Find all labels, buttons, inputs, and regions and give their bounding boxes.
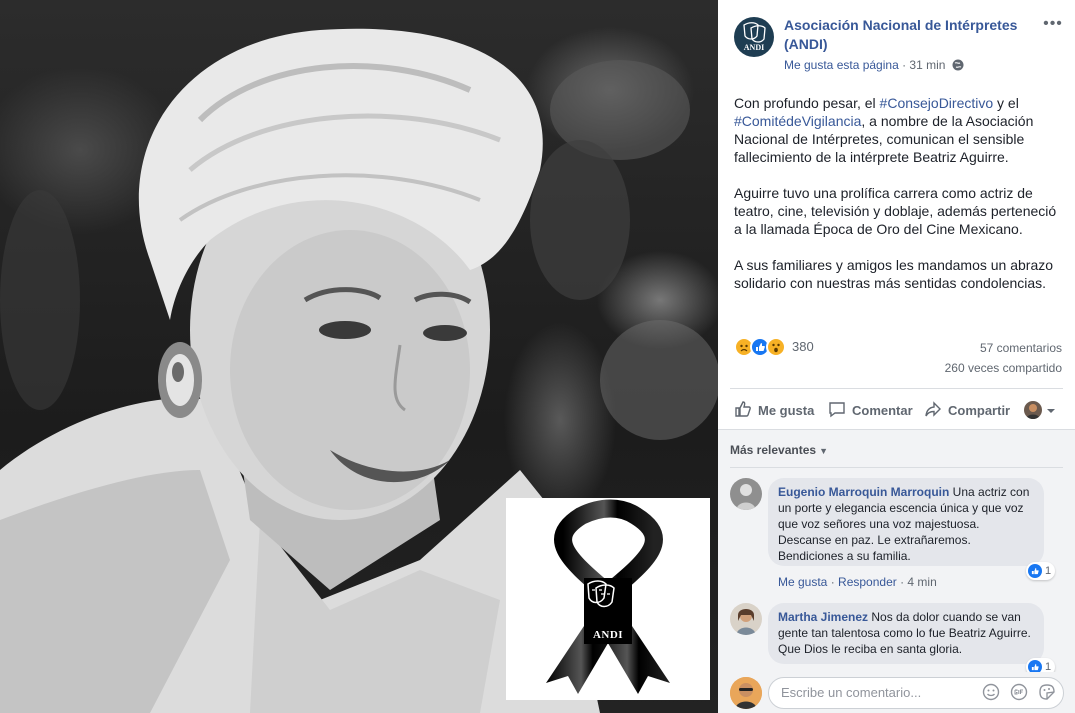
reaction-icons[interactable]: [734, 337, 794, 357]
like-reaction-icon: [1028, 564, 1042, 578]
comment-item: Martha Jimenez Nos da dolor cuando se va…: [730, 603, 1063, 676]
sticker-icon[interactable]: [1038, 683, 1058, 703]
divider: [730, 467, 1063, 468]
thumbs-up-icon: [734, 400, 752, 421]
caret-down-icon: ▼: [819, 446, 828, 456]
comment-author-link[interactable]: Martha Jimenez: [778, 610, 868, 624]
like-button[interactable]: Me gusta: [734, 399, 814, 421]
shares-count-link[interactable]: 260 veces compartido: [945, 361, 1062, 375]
andi-badge-label: ANDI: [592, 629, 624, 641]
comments-section: Más relevantes ▼ Eugenio Marroquin Marroq…: [718, 429, 1075, 713]
comment-input-placeholder: Escribe un comentario...: [781, 685, 922, 700]
emoji-icon[interactable]: [982, 683, 1002, 703]
comment-sort-label: Más relevantes: [730, 443, 817, 457]
hashtag-consejo-directivo[interactable]: #ConsejoDirectivo: [880, 95, 994, 111]
comment-like-link[interactable]: Me gusta: [778, 575, 827, 589]
share-button-label: Compartir: [948, 402, 1011, 418]
post-paragraph-3: A sus familiares y amigos les mandamos u…: [734, 257, 1054, 291]
post-photo[interactable]: ANDI: [0, 0, 718, 713]
commenter-avatar[interactable]: [730, 603, 762, 635]
page-name-link[interactable]: Asociación Nacional de Intérpretes (ANDI…: [784, 16, 1032, 54]
comment-item: Eugenio Marroquin Marroquin Una actriz c…: [730, 478, 1063, 589]
comment-bubble: Eugenio Marroquin Marroquin Una actriz c…: [768, 478, 1044, 566]
gif-icon[interactable]: [1010, 683, 1030, 703]
share-button[interactable]: Compartir: [924, 399, 1010, 421]
commenter-avatar[interactable]: [730, 478, 762, 510]
comment-composer: Escribe un comentario...: [718, 672, 1075, 713]
post-header: ANDI Asociación Nacional de Intérpretes …: [734, 15, 1064, 75]
comment-actions: Me gusta · Responder · 4 min: [778, 575, 937, 589]
post-actions-bar: Me gusta Comentar Compartir: [730, 388, 1063, 428]
andi-logo-badge: ANDI: [584, 578, 632, 644]
page-avatar-label: ANDI: [743, 43, 765, 52]
wow-reaction-icon: [766, 337, 786, 357]
reactions-summary: 380 57 comentarios 260 veces compartido: [734, 337, 1064, 375]
reaction-count[interactable]: 380: [792, 339, 814, 354]
post-text-segment: Con profundo pesar, el: [734, 95, 880, 111]
comment-sort-dropdown[interactable]: Más relevantes ▼: [730, 443, 828, 457]
meta-separator: ·: [898, 58, 910, 72]
comment-bubble-icon: [828, 400, 846, 421]
share-arrow-icon: [924, 400, 942, 421]
avatar: [1024, 401, 1042, 419]
page-avatar[interactable]: ANDI: [734, 17, 774, 57]
like-page-link[interactable]: Me gusta esta página: [784, 58, 899, 72]
comment-reply-link[interactable]: Responder: [838, 575, 897, 589]
mourning-ribbon-card: ANDI: [506, 498, 710, 700]
comments-count-link[interactable]: 57 comentarios: [980, 341, 1062, 355]
hashtag-comite-vigilancia[interactable]: #ComitédeVigilancia: [734, 113, 861, 129]
comment-bubble: Martha Jimenez Nos da dolor cuando se va…: [768, 603, 1044, 664]
post-text-segment: y el: [993, 95, 1019, 111]
comment-author-link[interactable]: Eugenio Marroquin Marroquin: [778, 485, 949, 499]
like-button-label: Me gusta: [758, 402, 815, 418]
comment-like-number: 1: [1045, 565, 1052, 577]
comment-like-count[interactable]: 1: [1026, 562, 1056, 580]
post-side-panel: ANDI Asociación Nacional de Intérpretes …: [718, 0, 1075, 713]
andi-masks-icon: [587, 580, 615, 608]
chevron-down-icon: [1046, 403, 1056, 418]
comment-button-label: Comentar: [852, 402, 913, 418]
current-user-avatar: [730, 677, 762, 709]
interact-as-selector[interactable]: [1024, 399, 1056, 421]
post-timestamp[interactable]: 31 min: [909, 58, 945, 72]
post-paragraph-1: Con profundo pesar, el #ConsejoDirectivo…: [734, 94, 1060, 166]
post-meta: Me gusta esta página · 31 min: [784, 58, 964, 74]
comment-timestamp[interactable]: 4 min: [907, 575, 936, 589]
comment-button[interactable]: Comentar: [828, 399, 913, 421]
post-paragraph-2: Aguirre tuvo una prolífica carrera como …: [734, 185, 1057, 237]
more-options-icon[interactable]: •••: [1042, 16, 1064, 37]
globe-icon: [952, 59, 964, 74]
post-text: Con profundo pesar, el #ConsejoDirectivo…: [734, 94, 1060, 310]
